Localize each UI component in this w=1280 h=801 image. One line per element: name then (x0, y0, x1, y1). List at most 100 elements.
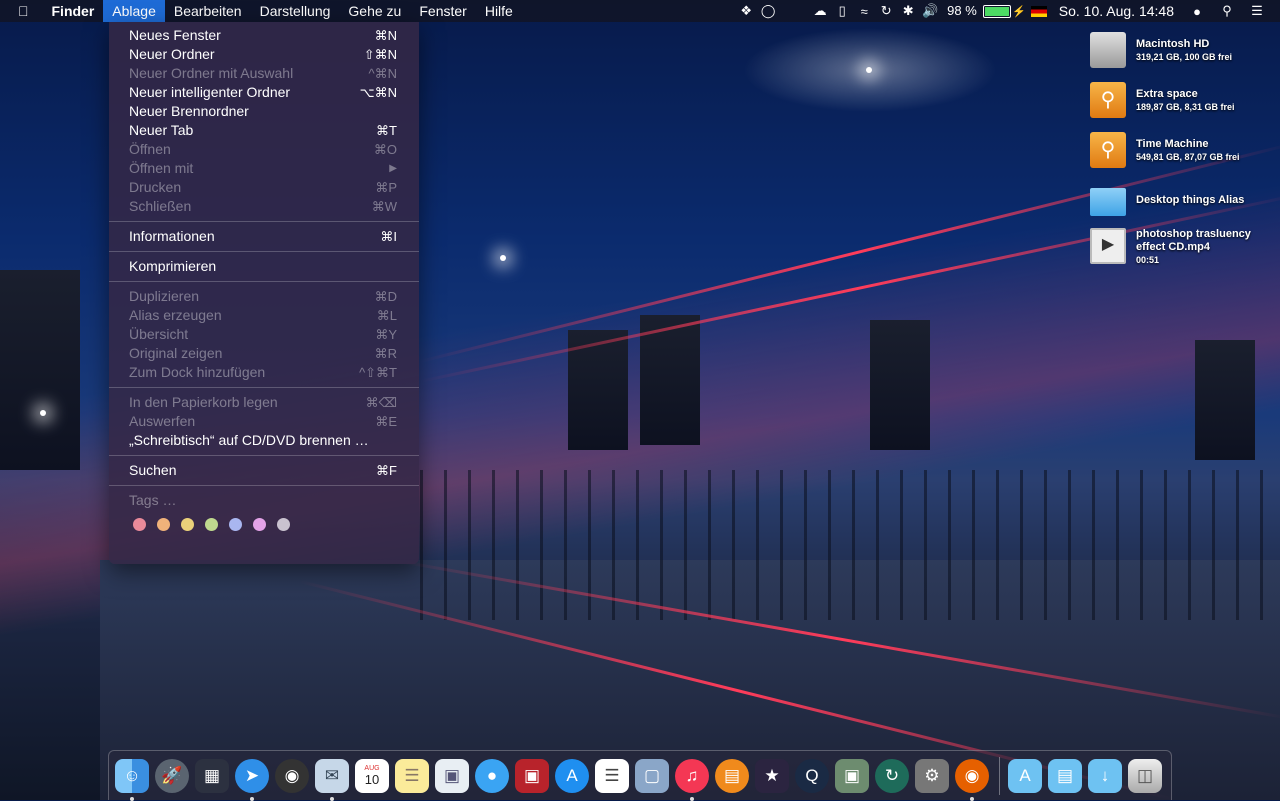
bluetooth-icon[interactable]: ✱ (897, 0, 919, 22)
menu-item-duplizieren[interactable]: Duplizieren ⌘D (109, 287, 419, 306)
menu-item-papierkorb[interactable]: In den Papierkorb legen ⌘⌫ (109, 393, 419, 412)
label: Suchen (129, 462, 177, 478)
menu-item-uebersicht[interactable]: Übersicht ⌘Y (109, 325, 419, 344)
wifi-icon[interactable]: ≈ (853, 0, 875, 22)
applications-folder-icon[interactable]: A (1008, 758, 1042, 793)
menu-item-neues-fenster[interactable]: Neues Fenster ⌘N (109, 26, 419, 45)
menu-item-komprimieren[interactable]: Komprimieren (109, 257, 419, 276)
street-lamp (866, 67, 872, 73)
menu-item-schliessen[interactable]: Schließen ⌘W (109, 197, 419, 216)
menu-item-neuer-brennordner[interactable]: Neuer Brennordner (109, 102, 419, 121)
notes-icon[interactable]: ☰ (395, 758, 429, 793)
menu-item-neuer-tab[interactable]: Neuer Tab ⌘T (109, 121, 419, 140)
documents-folder-icon[interactable]: ▤ (1048, 758, 1082, 793)
messages-icon[interactable]: ● (475, 758, 509, 793)
desktop-icons: Macintosh HD 319,21 GB, 100 GB frei ⚲ Ext… (1080, 32, 1280, 278)
menu-ablage[interactable]: Ablage (103, 0, 165, 22)
label: Neues Fenster (129, 27, 221, 43)
reminders-icon[interactable]: ☰ (595, 758, 629, 793)
charging-icon: ⚡ (1011, 5, 1026, 18)
menu-item-original-zeigen[interactable]: Original zeigen ⌘R (109, 344, 419, 363)
menu-item-drucken[interactable]: Drucken ⌘P (109, 178, 419, 197)
tag-red[interactable] (133, 518, 146, 531)
menu-gehe-zu[interactable]: Gehe zu (339, 0, 410, 22)
menu-separator (109, 251, 419, 252)
menu-separator (109, 485, 419, 486)
mission-control-icon[interactable]: ▦ (195, 758, 229, 793)
calendar-day: 10 (364, 771, 380, 787)
trash-icon[interactable]: ◫ (1128, 758, 1162, 793)
app-store-icon[interactable]: A (555, 758, 589, 793)
user-icon[interactable]: ● (1186, 0, 1208, 22)
date-time[interactable]: So. 10. Aug. 14:48 (1053, 0, 1180, 22)
tag-purple[interactable] (253, 518, 266, 531)
time-machine-dock-icon[interactable]: ↻ (875, 758, 909, 793)
itunes-icon[interactable]: ♫ (675, 758, 709, 801)
menu-item-oeffnen-mit[interactable]: Öffnen mit ▶ (109, 159, 419, 178)
shield-icon[interactable]: ◯ (757, 0, 779, 22)
label: „Schreibtisch“ auf CD/DVD brennen … (129, 432, 369, 448)
tag-gray[interactable] (277, 518, 290, 531)
tag-green[interactable] (205, 518, 218, 531)
menu-item-informationen[interactable]: Informationen ⌘I (109, 227, 419, 246)
dropbox-icon[interactable]: ❖ (735, 0, 757, 22)
menu-darstellung[interactable]: Darstellung (251, 0, 340, 22)
menu-hilfe[interactable]: Hilfe (476, 0, 522, 22)
menu-item-auswerfen[interactable]: Auswerfen ⌘E (109, 412, 419, 431)
battery-icon[interactable] (982, 4, 1011, 18)
german-flag-icon[interactable] (1030, 5, 1047, 17)
system-preferences-icon[interactable]: ⚙ (915, 758, 949, 793)
iphoto-icon[interactable]: ▢ (635, 758, 669, 793)
menu-app-name[interactable]: Finder (43, 0, 104, 22)
finder-icon[interactable]: ☺ (115, 758, 149, 801)
notification-center-icon[interactable]: ☰ (1246, 0, 1268, 22)
cloud-icon[interactable]: ☁ (809, 0, 831, 22)
menu-bearbeiten[interactable]: Bearbeiten (165, 0, 251, 22)
dashboard-icon[interactable]: ◉ (275, 758, 309, 793)
downloads-folder-icon[interactable]: ↓ (1088, 758, 1122, 793)
icon-detail: 00:51 (1136, 255, 1160, 265)
calendar-icon[interactable]: AUG 10 (355, 758, 389, 793)
menu-item-suchen[interactable]: Suchen ⌘F (109, 461, 419, 480)
label: Informationen (129, 228, 215, 244)
image-capture-icon[interactable]: ▣ (835, 758, 869, 793)
menu-fenster[interactable]: Fenster (410, 0, 475, 22)
imovie-icon[interactable]: ★ (755, 758, 789, 793)
menu-item-tags[interactable]: Tags … (109, 491, 419, 510)
apple-menu[interactable]:  (0, 0, 43, 22)
battery-percent[interactable]: 98 % (941, 0, 981, 22)
desktop-icon-macintosh-hd[interactable]: Macintosh HD 319,21 GB, 100 GB frei (1080, 32, 1280, 82)
shortcut: ⌘F (376, 463, 397, 478)
preview-icon[interactable]: ▣ (435, 758, 469, 793)
menu-item-neuer-ordner-mit-auswahl[interactable]: Neuer Ordner mit Auswahl ^⌘N (109, 64, 419, 83)
spotlight-search-icon[interactable]: ⚲ (1216, 0, 1238, 22)
mail-icon[interactable]: ✉ (315, 758, 349, 801)
menu-item-oeffnen[interactable]: Öffnen ⌘O (109, 140, 419, 159)
desktop-icon-time-machine[interactable]: ⚲ Time Machine 549,81 GB, 87,07 GB frei (1080, 132, 1280, 182)
tag-orange[interactable] (157, 518, 170, 531)
photo-booth-icon[interactable]: ▣ (515, 758, 549, 793)
volume-icon[interactable]: 🔊 (919, 0, 941, 22)
desktop-icon-desktop-things-alias[interactable]: Desktop things Alias (1080, 182, 1280, 228)
label: Duplizieren (129, 288, 200, 304)
menu-item-cd-brennen[interactable]: „Schreibtisch“ auf CD/DVD brennen … (109, 431, 419, 450)
quicktime-icon[interactable]: Q (795, 758, 829, 793)
menu-item-zum-dock-hinzufuegen[interactable]: Zum Dock hinzufügen ^⇧⌘T (109, 363, 419, 382)
ibooks-icon[interactable]: ▤ (715, 758, 749, 793)
desktop-icon-extra-space[interactable]: ⚲ Extra space 189,87 GB, 8,31 GB frei (1080, 82, 1280, 132)
tag-yellow[interactable] (181, 518, 194, 531)
firefox-icon[interactable]: ◉ (955, 758, 989, 801)
shortcut: ⌘P (375, 180, 397, 195)
menu-item-neuer-intelligenter-ordner[interactable]: Neuer intelligenter Ordner ⌥⌘N (109, 83, 419, 102)
safari-icon[interactable]: ➤ (235, 758, 269, 801)
desktop-icon-video-file[interactable]: ▶ photoshop trasluency effect CD.mp4 00:5… (1080, 228, 1280, 278)
menu-item-neuer-ordner[interactable]: Neuer Ordner ⇧⌘N (109, 45, 419, 64)
time-machine-icon[interactable]: ↻ (875, 0, 897, 22)
tag-blue[interactable] (229, 518, 242, 531)
label: Komprimieren (129, 258, 217, 274)
label: Original zeigen (129, 345, 223, 361)
launchpad-icon[interactable]: 🚀 (155, 758, 189, 793)
vibrate-icon[interactable]: ▯ (831, 0, 853, 22)
shortcut: ⌘⌫ (365, 395, 397, 410)
menu-item-alias-erzeugen[interactable]: Alias erzeugen ⌘L (109, 306, 419, 325)
